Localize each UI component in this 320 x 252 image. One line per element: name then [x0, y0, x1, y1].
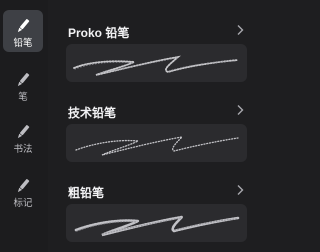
brush-category-sidebar: 铅笔 笔 书法 标记 — [0, 0, 48, 252]
brush-stroke-preview — [66, 124, 247, 162]
category-label: 笔 — [18, 92, 28, 103]
chevron-right-icon[interactable] — [235, 184, 245, 196]
brush-name: 粗铅笔 — [68, 186, 105, 200]
pencil-icon — [17, 125, 30, 139]
pencil-icon — [17, 179, 30, 193]
brush-row[interactable]: 技术铅笔 — [60, 80, 253, 162]
category-calligraphy[interactable]: 书法 — [3, 116, 43, 158]
category-label: 书法 — [13, 144, 33, 155]
category-pen[interactable]: 笔 — [3, 64, 43, 106]
pencil-icon — [17, 73, 30, 87]
category-pencil[interactable]: 铅笔 — [3, 10, 43, 52]
brush-name: 技术铅笔 — [68, 106, 117, 120]
category-label: 标记 — [13, 198, 33, 209]
chevron-right-icon[interactable] — [235, 24, 245, 36]
stroke-sample — [73, 55, 239, 76]
stroke-sample — [75, 136, 239, 156]
brush-row[interactable]: 粗铅笔 — [60, 160, 253, 242]
category-label: 铅笔 — [13, 38, 33, 49]
chevron-right-icon[interactable] — [235, 104, 245, 116]
brush-stroke-preview — [66, 204, 247, 242]
brush-row[interactable]: Proko 铅笔 — [60, 0, 253, 82]
brush-stroke-preview — [66, 44, 247, 82]
brush-list: Proko 铅笔 技术铅笔 粗铅笔 — [60, 0, 253, 252]
brush-library: 铅笔 笔 书法 标记 Proko 铅笔 技术铅笔 粗铅笔 — [0, 0, 253, 252]
brush-name: Proko 铅笔 — [68, 26, 130, 40]
pencil-icon — [17, 19, 30, 33]
category-marker[interactable]: 标记 — [3, 170, 43, 212]
stroke-sample — [74, 215, 240, 237]
